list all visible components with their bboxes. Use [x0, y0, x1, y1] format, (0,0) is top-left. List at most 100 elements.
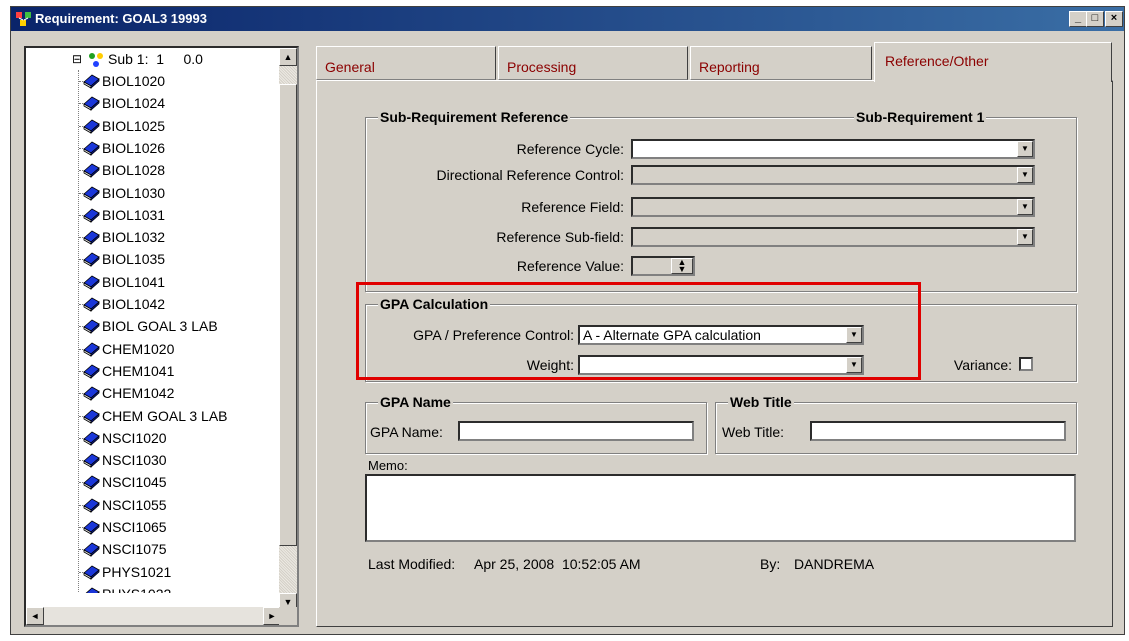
tree-item[interactable]: BIOL1025 — [83, 115, 165, 137]
tree-item[interactable]: NSCI1020 — [83, 427, 167, 449]
tree-item[interactable]: BIOL1020 — [83, 70, 165, 92]
tree-item[interactable]: PHYS1021 — [83, 561, 172, 583]
book-icon — [83, 520, 100, 535]
book-icon — [85, 587, 100, 593]
tree-item[interactable]: NSCI1065 — [83, 516, 167, 538]
scroll-thumb[interactable] — [279, 84, 297, 546]
web-title-label: Web Title: — [722, 424, 784, 440]
book-icon — [83, 386, 100, 402]
reference-field-dropdown[interactable]: ▼ — [631, 197, 1035, 217]
directional-reference-control-dropdown[interactable]: ▼ — [631, 165, 1035, 185]
modified-by-value: DANDREMA — [794, 556, 875, 572]
book-icon — [83, 364, 100, 379]
tree-item-label: NSCI1045 — [102, 474, 167, 491]
reference-cycle-dropdown[interactable]: ▼ — [631, 139, 1035, 159]
title-bar[interactable]: Requirement: GOAL3 19993 _ □ × — [11, 7, 1124, 31]
tree-item[interactable]: BIOL1024 — [83, 92, 166, 114]
book-icon — [83, 319, 100, 335]
tree-root-label[interactable]: Sub 1: 1 0.0 — [108, 48, 203, 70]
subrequirement-icon — [89, 53, 103, 67]
tree-item[interactable]: BIOL1026 — [83, 137, 166, 159]
tree-item[interactable]: BIOL1031 — [83, 204, 166, 226]
book-icon — [83, 252, 100, 268]
tree-item[interactable]: BIOL1030 — [83, 182, 166, 204]
tree-vertical-scrollbar[interactable]: ▲ ▼ — [279, 48, 297, 611]
last-modified-value: Apr 25, 2008 10:52:05 AM — [474, 556, 641, 572]
tree-item[interactable]: NSCI1055 — [83, 494, 167, 516]
tree-item-label: NSCI1065 — [102, 519, 167, 535]
tree-item-label: BIOL1030 — [102, 184, 166, 201]
book-icon — [83, 141, 100, 156]
tree-item[interactable]: BIOL1032 — [83, 226, 166, 248]
tree-item[interactable]: CHEM GOAL 3 LAB — [83, 405, 228, 427]
book-icon — [83, 409, 100, 424]
web-title-input[interactable] — [810, 421, 1066, 441]
highlight-box — [356, 282, 921, 380]
requirement-tree[interactable]: ⊟ Sub 1: 1 0.0 BIOL1020 BIOL1024 BIOL1025 B… — [24, 46, 299, 627]
tree-item-label: NSCI1075 — [102, 541, 167, 558]
group-title: Web Title — [728, 394, 794, 410]
tab-reporting[interactable]: Reporting — [690, 46, 872, 80]
tab-reference-other[interactable]: Reference/Other — [874, 42, 1112, 82]
scroll-left-button[interactable]: ◄ — [26, 607, 44, 625]
book-icon — [83, 542, 100, 558]
reference-field-label: Reference Field: — [521, 199, 624, 215]
book-icon — [83, 431, 100, 446]
book-icon — [83, 453, 100, 468]
tree-item-label: BIOL1031 — [102, 206, 166, 223]
tree-horizontal-scrollbar[interactable]: ◄ ► — [26, 607, 281, 625]
book-icon — [83, 208, 100, 223]
tree-item-label: BIOL1028 — [102, 162, 166, 179]
tree-item-label: NSCI1055 — [102, 496, 167, 513]
tab-general[interactable]: General — [316, 46, 496, 80]
tree-item-label: CHEM1041 — [102, 362, 175, 379]
gpa-name-label: GPA Name: — [370, 424, 443, 440]
reference-value-spinner[interactable]: ▲ ▼ — [631, 256, 695, 276]
dropdown-arrow-icon[interactable]: ▼ — [1017, 229, 1033, 245]
tree-item[interactable]: CHEM1042 — [83, 382, 174, 404]
book-icon — [83, 74, 100, 89]
tree-item[interactable]: PHYS1022 — [85, 583, 171, 593]
book-icon — [83, 275, 100, 290]
tree-item-label: BIOL1035 — [102, 251, 166, 268]
tree-item[interactable]: BIOL1042 — [83, 293, 165, 315]
gpa-name-input[interactable] — [458, 421, 694, 441]
book-icon — [83, 565, 100, 580]
tree-item[interactable]: NSCI1075 — [83, 538, 167, 560]
reference-subfield-dropdown[interactable]: ▼ — [631, 227, 1035, 247]
tree-item[interactable]: BIOL1035 — [83, 248, 166, 270]
tree-item-label: PHYS1021 — [102, 563, 172, 580]
maximize-button[interactable]: □ — [1086, 11, 1104, 27]
tree-item[interactable]: CHEM1041 — [83, 360, 175, 382]
tree-item[interactable]: BIOL GOAL 3 LAB — [83, 315, 218, 337]
book-icon — [83, 230, 100, 245]
memo-label: Memo: — [368, 458, 408, 473]
modified-by-label: By: — [760, 556, 781, 572]
tab-processing[interactable]: Processing — [498, 46, 688, 80]
group-title: Sub-Requirement Reference — [378, 109, 571, 125]
tree-item[interactable]: NSCI1030 — [83, 449, 167, 471]
group-title: GPA Name — [378, 394, 453, 410]
tree-item-label: BIOL1026 — [102, 139, 166, 156]
book-icon — [83, 475, 100, 491]
tree-item-label: BIOL1024 — [102, 95, 166, 112]
tree-item[interactable]: CHEM1020 — [83, 338, 174, 360]
minimize-button[interactable]: _ — [1069, 11, 1087, 27]
dropdown-arrow-icon[interactable]: ▼ — [1017, 141, 1033, 157]
tree-item[interactable]: NSCI1045 — [83, 471, 167, 493]
tree-item[interactable]: BIOL1028 — [83, 159, 166, 181]
book-icon — [83, 96, 100, 112]
variance-checkbox[interactable] — [1019, 357, 1033, 371]
close-button[interactable]: × — [1105, 11, 1123, 27]
tree-item-label: BIOL1032 — [102, 229, 166, 246]
dropdown-arrow-icon[interactable]: ▼ — [1017, 199, 1033, 215]
memo-textarea[interactable] — [365, 474, 1076, 542]
book-icon — [83, 297, 100, 312]
dropdown-arrow-icon[interactable]: ▼ — [1017, 167, 1033, 183]
tree-expander-icon[interactable]: ⊟ — [72, 52, 82, 66]
scroll-up-button[interactable]: ▲ — [279, 48, 297, 66]
tree-item[interactable]: BIOL1041 — [83, 271, 165, 293]
reference-cycle-label: Reference Cycle: — [516, 141, 624, 157]
spinner-arrows-icon[interactable]: ▲ ▼ — [671, 258, 693, 274]
tree-item-label: CHEM GOAL 3 LAB — [102, 407, 228, 424]
